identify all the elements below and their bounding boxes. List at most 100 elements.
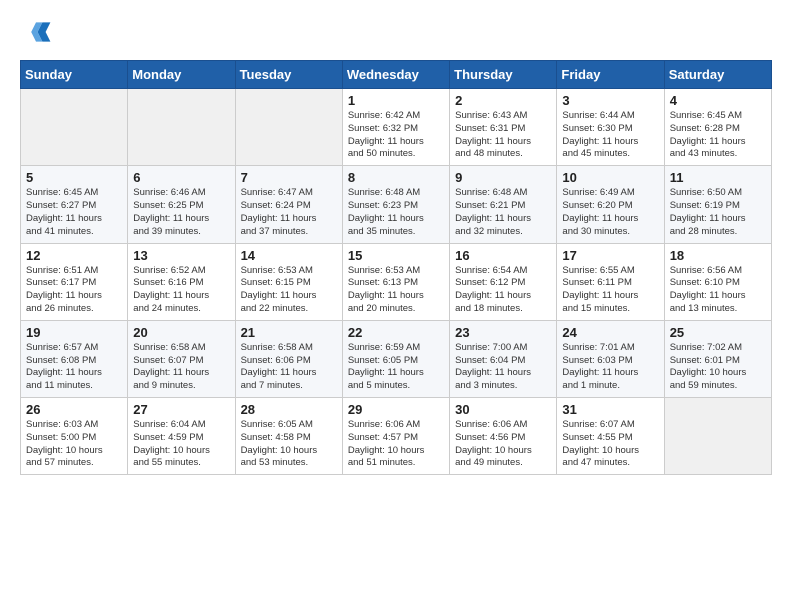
day-number: 1	[348, 93, 444, 108]
calendar-cell: 15 Sunrise: 6:53 AM Sunset: 6:13 PM Dayli…	[342, 243, 449, 320]
day-number: 7	[241, 170, 337, 185]
calendar-week-row: 5Sunrise: 6:45 AM Sunset: 6:27 PM Daylig…	[21, 166, 772, 243]
day-info: Sunrise: 7:02 AM Sunset: 6:01 PM Dayligh…	[670, 342, 766, 393]
calendar-cell: 2 Sunrise: 6:43 AM Sunset: 6:31 PM Daylig…	[450, 89, 557, 166]
header	[20, 16, 772, 48]
day-info: Sunrise: 6:45 AM Sunset: 6:28 PM Dayligh…	[670, 110, 766, 161]
calendar-body: 1 Sunrise: 6:42 AM Sunset: 6:32 PM Daylig…	[21, 89, 772, 475]
calendar-cell: 30Sunrise: 6:06 AM Sunset: 4:56 PM Dayli…	[450, 398, 557, 475]
day-number: 26	[26, 402, 122, 417]
day-info: Sunrise: 6:55 AM Sunset: 6:11 PM Dayligh…	[562, 265, 658, 316]
calendar-cell: 10 Sunrise: 6:49 AM Sunset: 6:20 PM Dayli…	[557, 166, 664, 243]
calendar-page: SundayMondayTuesdayWednesdayThursdayFrid…	[0, 0, 792, 491]
day-info: Sunrise: 6:59 AM Sunset: 6:05 PM Dayligh…	[348, 342, 444, 393]
calendar-week-row: 26 Sunrise: 6:03 AM Sunset: 5:00 PM Dayli…	[21, 398, 772, 475]
day-number: 25	[670, 325, 766, 340]
logo	[20, 16, 56, 48]
weekday-header-cell: Monday	[128, 61, 235, 89]
day-number: 2	[455, 93, 551, 108]
calendar-cell: 11Sunrise: 6:50 AM Sunset: 6:19 PM Dayli…	[664, 166, 771, 243]
calendar-cell: 21 Sunrise: 6:58 AM Sunset: 6:06 PM Dayli…	[235, 320, 342, 397]
calendar-cell: 4 Sunrise: 6:45 AM Sunset: 6:28 PM Daylig…	[664, 89, 771, 166]
day-number: 10	[562, 170, 658, 185]
logo-icon	[20, 16, 52, 48]
weekday-header-cell: Tuesday	[235, 61, 342, 89]
day-info: Sunrise: 6:06 AM Sunset: 4:57 PM Dayligh…	[348, 419, 444, 470]
weekday-header-cell: Saturday	[664, 61, 771, 89]
day-info: Sunrise: 6:56 AM Sunset: 6:10 PM Dayligh…	[670, 265, 766, 316]
day-info: Sunrise: 6:54 AM Sunset: 6:12 PM Dayligh…	[455, 265, 551, 316]
day-info: Sunrise: 6:58 AM Sunset: 6:07 PM Dayligh…	[133, 342, 229, 393]
calendar-cell: 5Sunrise: 6:45 AM Sunset: 6:27 PM Daylig…	[21, 166, 128, 243]
day-number: 21	[241, 325, 337, 340]
calendar-cell: 6Sunrise: 6:46 AM Sunset: 6:25 PM Daylig…	[128, 166, 235, 243]
day-number: 30	[455, 402, 551, 417]
day-number: 13	[133, 248, 229, 263]
weekday-header-cell: Sunday	[21, 61, 128, 89]
day-info: Sunrise: 6:07 AM Sunset: 4:55 PM Dayligh…	[562, 419, 658, 470]
day-info: Sunrise: 6:57 AM Sunset: 6:08 PM Dayligh…	[26, 342, 122, 393]
calendar-cell: 19 Sunrise: 6:57 AM Sunset: 6:08 PM Dayli…	[21, 320, 128, 397]
day-number: 3	[562, 93, 658, 108]
day-info: Sunrise: 6:52 AM Sunset: 6:16 PM Dayligh…	[133, 265, 229, 316]
day-number: 18	[670, 248, 766, 263]
day-info: Sunrise: 6:44 AM Sunset: 6:30 PM Dayligh…	[562, 110, 658, 161]
calendar-cell: 18 Sunrise: 6:56 AM Sunset: 6:10 PM Dayli…	[664, 243, 771, 320]
day-info: Sunrise: 6:58 AM Sunset: 6:06 PM Dayligh…	[241, 342, 337, 393]
day-info: Sunrise: 6:53 AM Sunset: 6:15 PM Dayligh…	[241, 265, 337, 316]
day-info: Sunrise: 6:03 AM Sunset: 5:00 PM Dayligh…	[26, 419, 122, 470]
calendar-cell	[235, 89, 342, 166]
calendar-cell: 8 Sunrise: 6:48 AM Sunset: 6:23 PM Daylig…	[342, 166, 449, 243]
calendar-cell: 1 Sunrise: 6:42 AM Sunset: 6:32 PM Daylig…	[342, 89, 449, 166]
calendar-cell: 12 Sunrise: 6:51 AM Sunset: 6:17 PM Dayli…	[21, 243, 128, 320]
calendar-cell: 7Sunrise: 6:47 AM Sunset: 6:24 PM Daylig…	[235, 166, 342, 243]
calendar-cell: 24 Sunrise: 7:01 AM Sunset: 6:03 PM Dayli…	[557, 320, 664, 397]
calendar-cell: 22 Sunrise: 6:59 AM Sunset: 6:05 PM Dayli…	[342, 320, 449, 397]
day-number: 12	[26, 248, 122, 263]
day-number: 29	[348, 402, 444, 417]
day-info: Sunrise: 7:01 AM Sunset: 6:03 PM Dayligh…	[562, 342, 658, 393]
day-info: Sunrise: 6:43 AM Sunset: 6:31 PM Dayligh…	[455, 110, 551, 161]
calendar-week-row: 19 Sunrise: 6:57 AM Sunset: 6:08 PM Dayli…	[21, 320, 772, 397]
day-number: 28	[241, 402, 337, 417]
calendar-cell: 25 Sunrise: 7:02 AM Sunset: 6:01 PM Dayli…	[664, 320, 771, 397]
day-info: Sunrise: 6:42 AM Sunset: 6:32 PM Dayligh…	[348, 110, 444, 161]
calendar-cell	[664, 398, 771, 475]
calendar-cell: 27 Sunrise: 6:04 AM Sunset: 4:59 PM Dayli…	[128, 398, 235, 475]
calendar-cell: 31Sunrise: 6:07 AM Sunset: 4:55 PM Dayli…	[557, 398, 664, 475]
weekday-header-cell: Wednesday	[342, 61, 449, 89]
calendar-cell: 16 Sunrise: 6:54 AM Sunset: 6:12 PM Dayli…	[450, 243, 557, 320]
day-number: 27	[133, 402, 229, 417]
weekday-header-cell: Thursday	[450, 61, 557, 89]
day-number: 5	[26, 170, 122, 185]
calendar-cell: 17 Sunrise: 6:55 AM Sunset: 6:11 PM Dayli…	[557, 243, 664, 320]
calendar-week-row: 1 Sunrise: 6:42 AM Sunset: 6:32 PM Daylig…	[21, 89, 772, 166]
day-number: 22	[348, 325, 444, 340]
day-number: 24	[562, 325, 658, 340]
day-number: 15	[348, 248, 444, 263]
day-number: 20	[133, 325, 229, 340]
day-info: Sunrise: 7:00 AM Sunset: 6:04 PM Dayligh…	[455, 342, 551, 393]
day-number: 19	[26, 325, 122, 340]
day-number: 16	[455, 248, 551, 263]
day-info: Sunrise: 6:46 AM Sunset: 6:25 PM Dayligh…	[133, 187, 229, 238]
calendar-cell	[21, 89, 128, 166]
day-info: Sunrise: 6:51 AM Sunset: 6:17 PM Dayligh…	[26, 265, 122, 316]
day-info: Sunrise: 6:53 AM Sunset: 6:13 PM Dayligh…	[348, 265, 444, 316]
calendar-cell: 13 Sunrise: 6:52 AM Sunset: 6:16 PM Dayli…	[128, 243, 235, 320]
day-info: Sunrise: 6:05 AM Sunset: 4:58 PM Dayligh…	[241, 419, 337, 470]
calendar-week-row: 12 Sunrise: 6:51 AM Sunset: 6:17 PM Dayli…	[21, 243, 772, 320]
day-info: Sunrise: 6:49 AM Sunset: 6:20 PM Dayligh…	[562, 187, 658, 238]
calendar-cell: 3 Sunrise: 6:44 AM Sunset: 6:30 PM Daylig…	[557, 89, 664, 166]
calendar-cell: 9Sunrise: 6:48 AM Sunset: 6:21 PM Daylig…	[450, 166, 557, 243]
day-number: 4	[670, 93, 766, 108]
day-number: 17	[562, 248, 658, 263]
calendar-cell: 23 Sunrise: 7:00 AM Sunset: 6:04 PM Dayli…	[450, 320, 557, 397]
calendar-table: SundayMondayTuesdayWednesdayThursdayFrid…	[20, 60, 772, 475]
day-info: Sunrise: 6:04 AM Sunset: 4:59 PM Dayligh…	[133, 419, 229, 470]
day-number: 8	[348, 170, 444, 185]
weekday-header: SundayMondayTuesdayWednesdayThursdayFrid…	[21, 61, 772, 89]
day-number: 23	[455, 325, 551, 340]
calendar-cell: 29 Sunrise: 6:06 AM Sunset: 4:57 PM Dayli…	[342, 398, 449, 475]
day-info: Sunrise: 6:48 AM Sunset: 6:23 PM Dayligh…	[348, 187, 444, 238]
